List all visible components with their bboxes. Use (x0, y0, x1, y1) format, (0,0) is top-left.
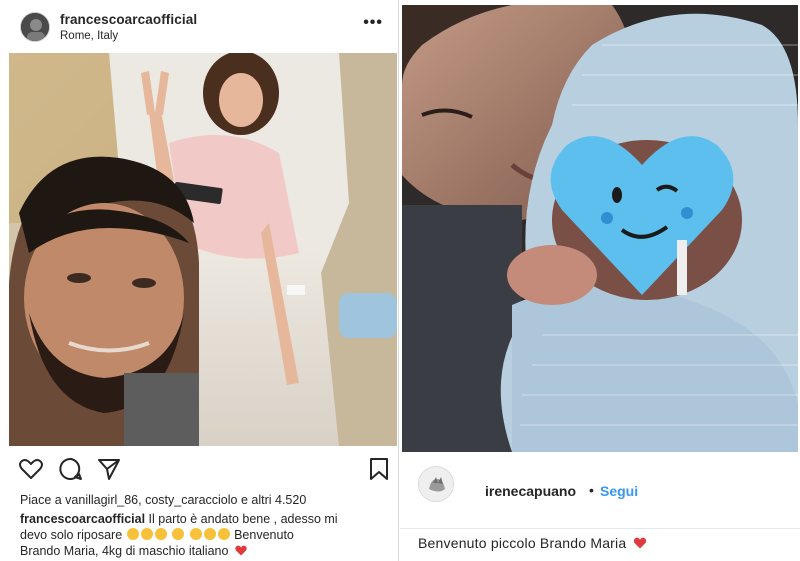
laughing-emoji-icon (154, 528, 167, 540)
heart-icon[interactable] (18, 456, 44, 482)
post-username[interactable]: francescoarcaofficial (60, 12, 197, 27)
post-header: francescoarcaofficial Rome, Italy ••• (0, 0, 399, 50)
post-caption: francescoarcaofficial Il parto è andato … (20, 511, 390, 559)
red-heart-emoji-icon (633, 536, 647, 549)
follow-button[interactable]: Segui (600, 483, 638, 499)
post-photo[interactable] (9, 53, 397, 446)
user-avatar[interactable] (418, 466, 454, 502)
left-post: francescoarcaofficial Rome, Italy ••• Pi… (0, 0, 399, 561)
heart-eyes-emoji-icon (217, 528, 230, 540)
post-header: irenecapuano • Segui (400, 458, 800, 518)
post-location[interactable]: Rome, Italy (60, 30, 118, 42)
send-icon[interactable] (96, 456, 122, 482)
bookmark-icon[interactable] (368, 456, 394, 482)
divider (400, 528, 800, 529)
caption-text-line2b: Benvenuto (234, 528, 294, 542)
post-actions-bar (0, 456, 399, 486)
red-heart-emoji-icon (235, 544, 247, 556)
laughing-emoji-icon (140, 528, 153, 540)
caption-text-line1: Il parto è andato bene , adesso mi (148, 512, 338, 526)
post-photo[interactable] (402, 5, 798, 452)
user-avatar[interactable] (20, 12, 50, 42)
likes-count[interactable]: Piace a vanillagirl_86, costy_caracciolo… (20, 493, 306, 507)
caption-username[interactable]: francescoarcaofficial (20, 512, 145, 526)
separator-dot: • (589, 482, 594, 498)
laughing-emoji-icon (126, 528, 139, 540)
post-username[interactable]: irenecapuano (485, 483, 576, 499)
caption-text-line2: devo solo riposare (20, 528, 123, 542)
right-post: irenecapuano • Segui Benvenuto piccolo B… (400, 0, 800, 561)
caption-text-line3: Brando Maria, 4kg di maschio italiano (20, 544, 229, 558)
more-options-icon[interactable]: ••• (363, 14, 383, 32)
laughing-emoji-icon (203, 528, 216, 540)
comment-icon[interactable] (58, 456, 84, 482)
laughing-emoji-icon (189, 528, 202, 540)
smile-emoji-icon (172, 528, 185, 540)
post-caption: Benvenuto piccolo Brando Maria (418, 535, 647, 551)
caption-text: Benvenuto piccolo Brando Maria (418, 535, 627, 551)
